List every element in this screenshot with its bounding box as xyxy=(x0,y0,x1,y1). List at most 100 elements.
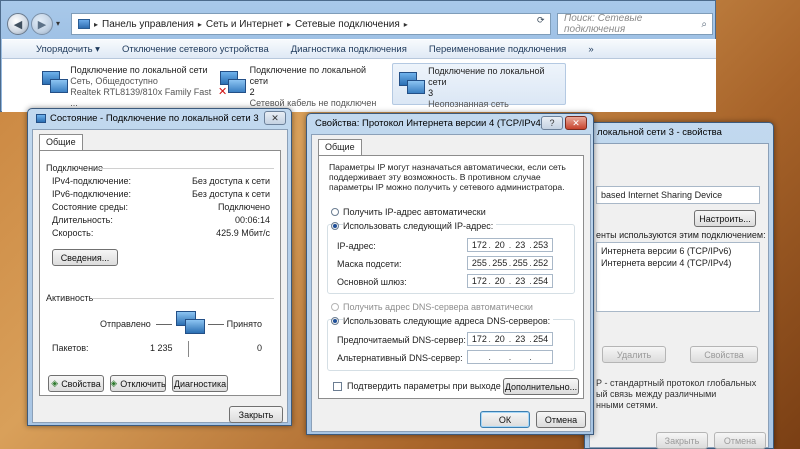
command-bar: Упорядочить ▾ Отключение сетевого устрой… xyxy=(2,39,716,59)
ip-address-field[interactable]: 172. 20. 23. 253 xyxy=(467,238,553,252)
subnet-mask-field[interactable]: 255. 255. 255. 252 xyxy=(467,256,553,270)
description-line: нными сетями. xyxy=(596,400,659,410)
search-icon: ⌕ xyxy=(701,18,707,30)
connection-item-2[interactable]: ✕ Подключение по локальной сети 2 Сетево… xyxy=(214,63,389,108)
organize-button[interactable]: Упорядочить ▾ xyxy=(36,44,100,55)
forward-arrow-icon[interactable]: ▶ xyxy=(31,13,53,35)
close-button[interactable]: Закрыть xyxy=(229,406,283,423)
breadcrumb-item[interactable]: Сеть и Интернет xyxy=(206,19,283,30)
connection-adapter: Realtek RTL8139/810x Family Fast ... xyxy=(70,87,212,108)
components-label: енты используются этим подключением: xyxy=(596,230,766,240)
history-dropdown-icon[interactable]: ▾ xyxy=(56,19,60,28)
control-panel-icon xyxy=(78,19,90,29)
ip-address-label: IP-адрес: xyxy=(337,241,376,251)
preferred-dns-label: Предпочитаемый DNS-сервер: xyxy=(337,335,466,345)
manual-ip-radio[interactable] xyxy=(331,222,339,230)
component-item[interactable]: Интернета версии 6 (TCP/IPv6) xyxy=(601,246,731,256)
shield-icon: ◈ xyxy=(110,378,118,388)
manual-dns-label: Использовать следующие адреса DNS-сервер… xyxy=(343,316,554,326)
search-input[interactable]: Поиск: Сетевые подключения ⌕ xyxy=(557,13,713,35)
ipv6-value: Без доступа к сети xyxy=(192,189,270,199)
preferred-dns-field[interactable]: 172. 20. 23. 254 xyxy=(467,332,553,346)
alternate-dns-field[interactable]: ... xyxy=(467,350,553,364)
ipv4-properties-dialog: Свойства: Протокол Интернета версии 4 (T… xyxy=(306,113,594,435)
dialog-title: Свойства: Протокол Интернета версии 4 (T… xyxy=(315,118,544,129)
packets-received-value: 0 xyxy=(256,343,262,353)
remove-button[interactable]: Удалить xyxy=(602,346,666,363)
explorer-window: ◀ ▶ ▾ ▸ Панель управления ▸ Сеть и Интер… xyxy=(0,0,716,112)
connection-name: Подключение по локальной сети xyxy=(249,65,367,86)
connection-number: 3 xyxy=(428,88,434,98)
media-state-label: Состояние среды: xyxy=(52,202,128,212)
network-adapter-icon xyxy=(397,70,425,98)
general-tab-panel: Параметры IP могут назначаться автоматич… xyxy=(318,155,584,399)
ipv4-label: IPv4-подключение: xyxy=(52,176,131,186)
speed-value: 425.9 Мбит/с xyxy=(216,228,270,238)
red-x-icon: ✕ xyxy=(218,86,228,98)
tab-general[interactable]: Общие xyxy=(39,134,83,150)
disable-button[interactable]: ◈ Отключить xyxy=(110,375,166,392)
cancel-button[interactable]: Отмена xyxy=(714,432,766,449)
alternate-dns-label: Альтернативный DNS-сервер: xyxy=(337,353,463,363)
advanced-button[interactable]: Дополнительно... xyxy=(503,378,579,395)
adapter-name-field: based Internet Sharing Device xyxy=(596,186,760,204)
refresh-icon[interactable]: ⟳ xyxy=(537,15,545,26)
description-line: ый связь между различными xyxy=(596,389,717,399)
auto-ip-label: Получить IP-адрес автоматически xyxy=(343,207,486,217)
more-commands-button[interactable]: » xyxy=(588,44,593,55)
rename-connection-button[interactable]: Переименование подключения xyxy=(429,44,566,55)
gateway-label: Основной шлюз: xyxy=(337,277,407,287)
media-state-value: Подключено xyxy=(217,202,270,212)
connection-properties-dialog: локальной сети 3 - свойства based Intern… xyxy=(584,122,774,449)
network-adapter-disconnected-icon: ✕ xyxy=(218,69,246,98)
diagnose-connection-button[interactable]: Диагностика подключения xyxy=(291,44,407,55)
connection-status-dialog: Состояние - Подключение по локальной сет… xyxy=(27,108,292,426)
diagnose-button[interactable]: Диагностика xyxy=(172,375,228,392)
connection-name: Подключение по локальной сети xyxy=(70,65,208,75)
component-item[interactable]: Интернета версии 4 (TCP/IPv4) xyxy=(601,258,731,268)
subnet-mask-label: Маска подсети: xyxy=(337,259,402,269)
breadcrumb-item[interactable]: Сетевые подключения xyxy=(295,19,400,30)
address-bar[interactable]: ▸ Панель управления ▸ Сеть и Интернет ▸ … xyxy=(71,13,551,35)
manual-dns-radio[interactable] xyxy=(331,317,339,325)
network-activity-icon xyxy=(172,309,208,339)
received-label: Принято xyxy=(226,319,262,329)
disable-device-button[interactable]: Отключение сетевого устройства xyxy=(122,44,269,55)
duration-label: Длительность: xyxy=(52,215,113,225)
ok-button[interactable]: ОК xyxy=(480,411,530,428)
close-icon[interactable]: ✕ xyxy=(264,111,286,125)
details-button[interactable]: Сведения... xyxy=(52,249,118,266)
ipv4-value: Без доступа к сети xyxy=(192,176,270,186)
connection-name: Подключение по локальной сети xyxy=(428,66,545,87)
gateway-field[interactable]: 172. 20. 23. 254 xyxy=(467,274,553,288)
configure-button[interactable]: Настроить... xyxy=(694,210,756,227)
connection-network: Сеть, Общедоступно xyxy=(70,76,158,86)
connection-item-3[interactable]: Подключение по локальной сети 3 Неопозна… xyxy=(392,63,566,109)
network-icon xyxy=(36,114,46,123)
packets-label: Пакетов: xyxy=(52,343,89,353)
tab-general[interactable]: Общие xyxy=(318,139,362,155)
speed-label: Скорость: xyxy=(52,228,94,238)
dialog-title: Состояние - Подключение по локальной сет… xyxy=(50,113,259,124)
description-text: Параметры IP могут назначаться автоматич… xyxy=(329,162,566,192)
shield-icon: ◈ xyxy=(51,378,59,388)
help-icon[interactable]: ? xyxy=(541,116,563,130)
validate-checkbox[interactable] xyxy=(333,382,342,391)
properties-button[interactable]: ◈ Свойства xyxy=(48,375,104,392)
connection-number: 2 xyxy=(249,87,255,97)
close-icon[interactable]: ✕ xyxy=(565,116,587,130)
validate-label: Подтвердить параметры при выходе xyxy=(347,381,501,391)
general-tab-panel: Подключение IPv4-подключение: Без доступ… xyxy=(39,150,281,396)
breadcrumb-item[interactable]: Панель управления xyxy=(102,19,194,30)
cancel-button[interactable]: Отмена xyxy=(536,411,586,428)
auto-ip-radio[interactable] xyxy=(331,208,339,216)
auto-dns-radio[interactable] xyxy=(331,303,339,311)
section-heading: Подключение xyxy=(46,163,104,173)
connections-list: Подключение по локальной сети Сеть, Обще… xyxy=(2,59,716,112)
properties-button[interactable]: Свойства xyxy=(690,346,758,363)
auto-dns-label: Получить адрес DNS-сервера автоматически xyxy=(343,302,533,312)
back-arrow-icon[interactable]: ◀ xyxy=(7,13,29,35)
close-button[interactable]: Закрыть xyxy=(656,432,708,449)
connection-item-1[interactable]: Подключение по локальной сети Сеть, Обще… xyxy=(36,63,216,108)
section-heading: Активность xyxy=(46,293,94,303)
